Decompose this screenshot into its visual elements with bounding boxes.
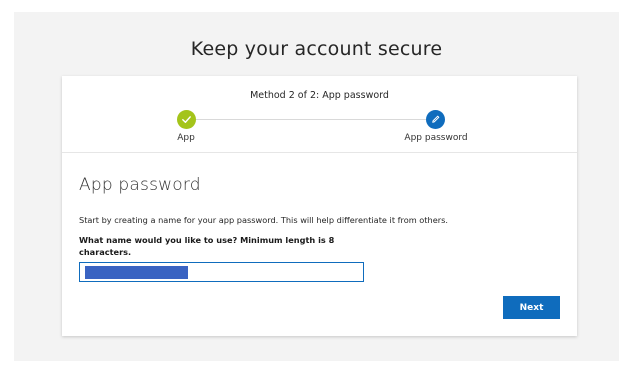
name-question-label: What name would you like to use? Minimum… (79, 235, 335, 257)
step-app-completed (177, 110, 196, 129)
page-title: Keep your account secure (190, 38, 443, 60)
description-text: Start by creating a name for your app pa… (79, 215, 448, 225)
next-button[interactable]: Next (503, 296, 560, 319)
redacted-value (85, 266, 188, 279)
setup-card: Method 2 of 2: App password App App pass… (62, 76, 577, 336)
checkmark-icon (182, 116, 191, 123)
step-app-password-current (426, 110, 445, 129)
pencil-icon (432, 115, 440, 123)
app-password-name-field[interactable] (79, 262, 364, 282)
progress-header: Method 2 of 2: App password App App pass… (62, 76, 577, 153)
step-connector (196, 119, 432, 120)
section-title: App password (79, 175, 201, 195)
step-label-app: App (177, 133, 195, 143)
step-label-app-password: App password (404, 133, 468, 143)
method-indicator: Method 2 of 2: App password (250, 90, 389, 101)
